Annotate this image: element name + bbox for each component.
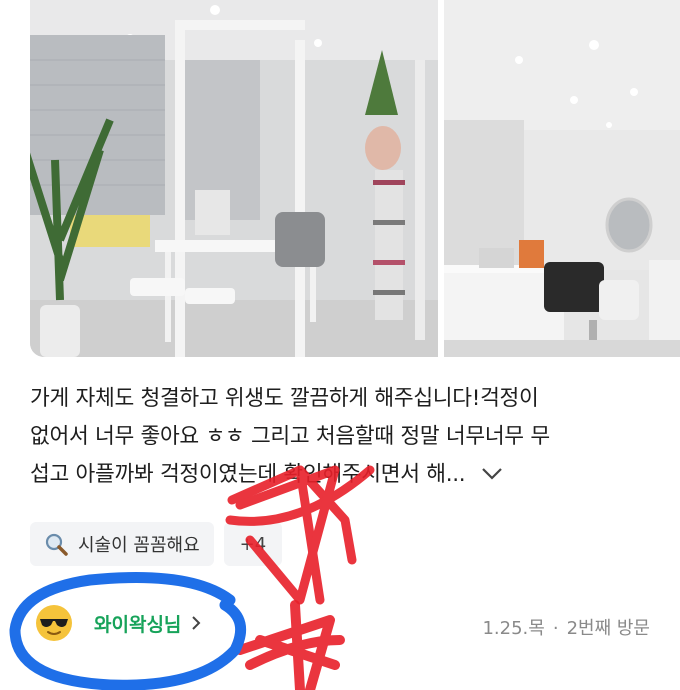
visit-meta: 1.25.목 · 2번째 방문 [482,614,650,640]
red-star-scribble-bottom [235,600,345,690]
review-photo-salon[interactable] [444,0,680,357]
sunglasses-emoji-icon [36,605,72,641]
visit-count: 2번째 방문 [566,618,650,639]
photo-gallery[interactable] [30,0,680,357]
review-photo-office[interactable] [30,0,438,357]
chevron-right-icon [191,615,201,631]
more-tags-button[interactable]: +4 [223,522,283,566]
review-body: 가게 자체도 청결하고 위생도 깔끔하게 해주십니다!걱정이 없어서 너무 좋아… [30,386,550,487]
visit-date: 1.25.목 [482,618,545,639]
keyword-tags: 시술이 꼼꼼해요 +4 [30,522,283,566]
tag-label: 시술이 꼼꼼해요 [78,535,200,556]
expand-chevron-icon[interactable] [481,456,503,494]
tag-keyword[interactable]: 시술이 꼼꼼해요 [30,522,214,566]
author-nickname[interactable]: 와이왁싱님 [94,610,181,637]
review-text[interactable]: 가게 자체도 청결하고 위생도 깔끔하게 해주십니다!걱정이 없어서 너무 좋아… [30,380,650,494]
magnifier-icon [44,532,68,556]
author-row[interactable]: 와이왁싱님 [34,603,201,643]
meta-separator: · [552,618,559,639]
